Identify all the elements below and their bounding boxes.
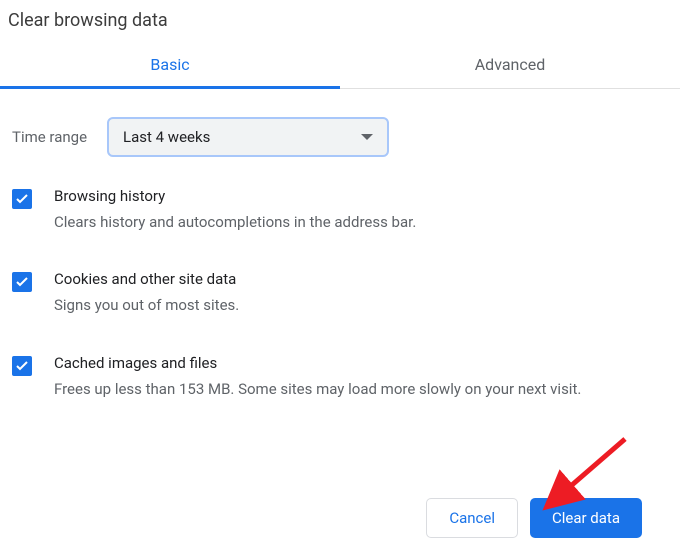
dialog-buttons: Cancel Clear data (426, 498, 642, 538)
checkmark-icon (16, 194, 28, 204)
options-list: Browsing history Clears history and auto… (0, 157, 680, 401)
option-browsing-history: Browsing history Clears history and auto… (12, 187, 668, 234)
option-text: Browsing history Clears history and auto… (54, 187, 668, 234)
option-cached: Cached images and files Frees up less th… (12, 354, 668, 401)
time-range-label: Time range (12, 128, 87, 146)
option-desc: Signs you out of most sites. (54, 294, 668, 317)
option-desc: Frees up less than 153 MB. Some sites ma… (54, 378, 668, 401)
time-range-row: Time range Last 4 weeks (0, 89, 680, 157)
option-title: Browsing history (54, 187, 668, 205)
option-title: Cookies and other site data (54, 270, 668, 288)
option-text: Cached images and files Frees up less th… (54, 354, 668, 401)
checkmark-icon (16, 277, 28, 287)
checkbox-cookies[interactable] (12, 272, 32, 292)
option-text: Cookies and other site data Signs you ou… (54, 270, 668, 317)
tab-advanced[interactable]: Advanced (340, 45, 680, 88)
clear-data-button[interactable]: Clear data (530, 498, 642, 538)
tabs: Basic Advanced (0, 45, 680, 89)
chevron-down-icon (361, 134, 373, 140)
option-cookies: Cookies and other site data Signs you ou… (12, 270, 668, 317)
tab-basic[interactable]: Basic (0, 45, 340, 88)
option-desc: Clears history and autocompletions in th… (54, 211, 668, 234)
checkmark-icon (16, 361, 28, 371)
time-range-selected: Last 4 weeks (123, 128, 210, 146)
time-range-dropdown[interactable]: Last 4 weeks (107, 117, 389, 157)
cancel-button[interactable]: Cancel (426, 498, 518, 538)
checkbox-browsing-history[interactable] (12, 189, 32, 209)
checkbox-cached[interactable] (12, 356, 32, 376)
dialog-title: Clear browsing data (0, 0, 680, 45)
option-title: Cached images and files (54, 354, 668, 372)
